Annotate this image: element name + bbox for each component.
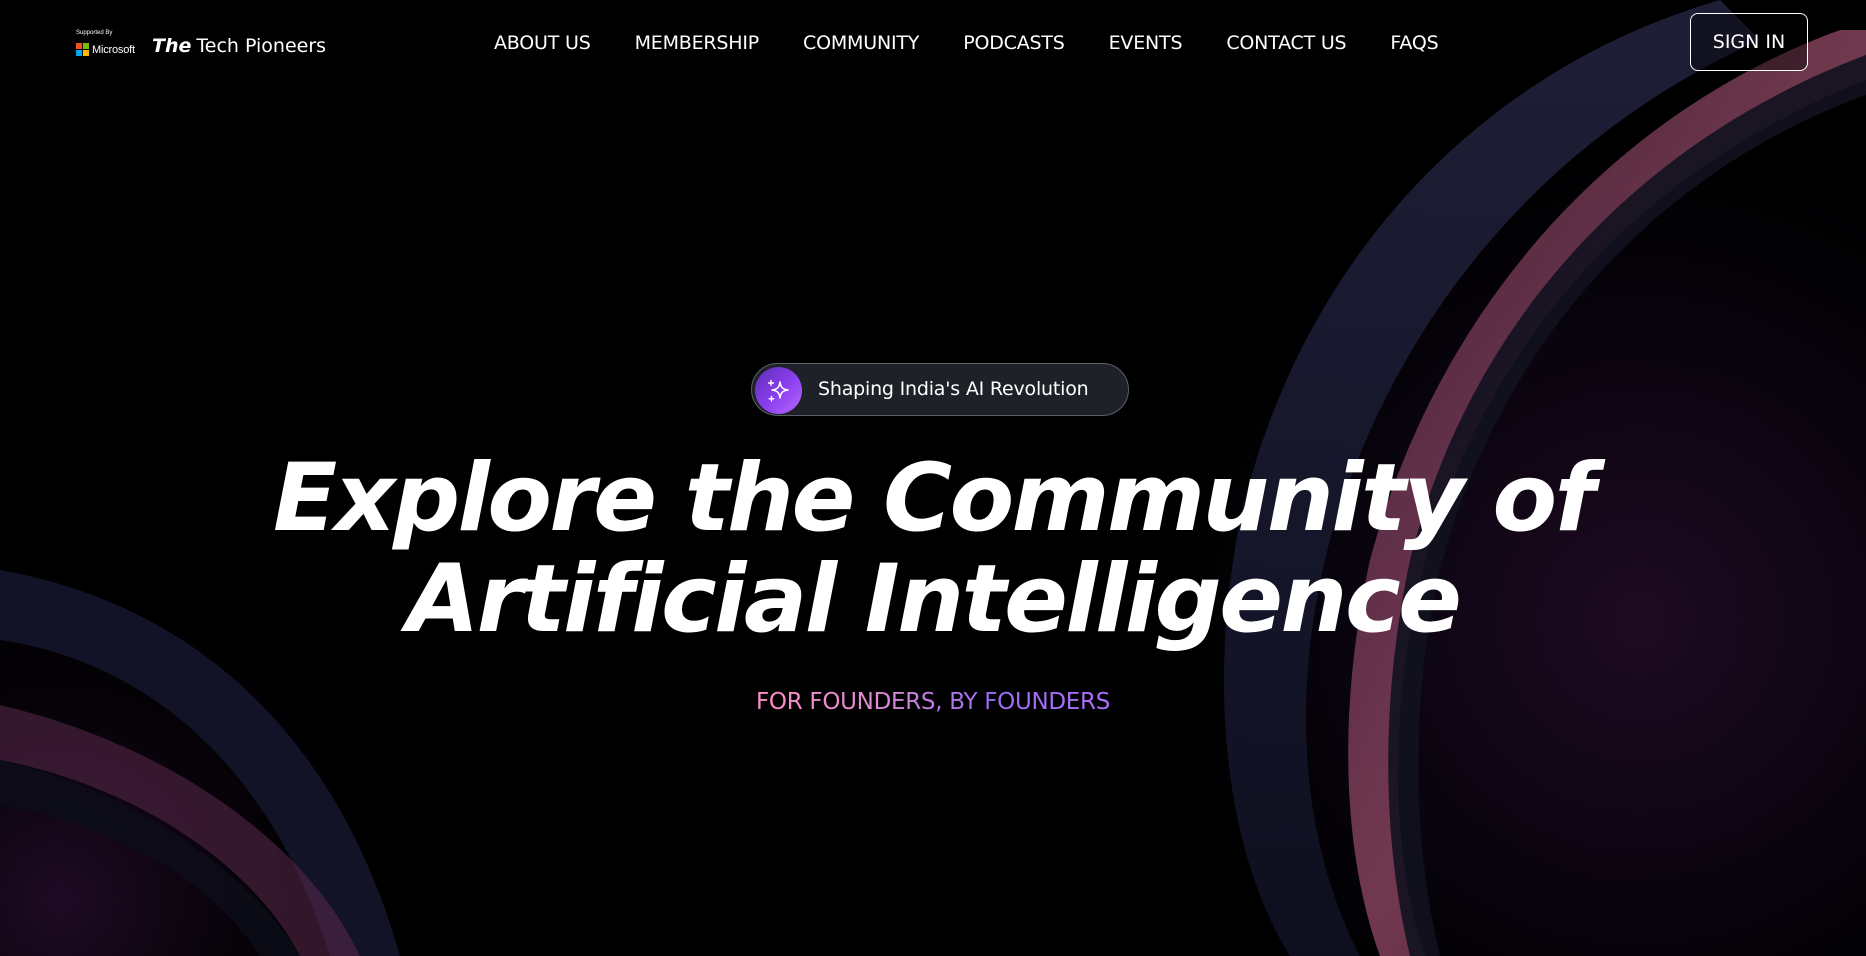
sparkles-icon — [755, 367, 802, 414]
brand-logo-link[interactable]: Supported By Microsoft The Tech Pioneers — [76, 30, 326, 58]
nav-faqs[interactable]: FAQS — [1390, 32, 1438, 54]
site-header: Supported By Microsoft The Tech Pioneers … — [0, 0, 1866, 90]
hero-section: Shaping India's AI Revolution Explore th… — [0, 0, 1866, 956]
hero-tagline-text: FOR FOUNDERS, BY FOUNDERS — [755, 689, 1111, 715]
hero-headline: Explore the Community of Artificial Inte… — [0, 448, 1866, 650]
microsoft-label: Microsoft — [92, 44, 135, 56]
main-nav: ABOUT US MEMBERSHIP COMMUNITY PODCASTS E… — [494, 32, 1439, 54]
nav-contact-us[interactable]: CONTACT US — [1226, 32, 1346, 54]
nav-membership[interactable]: MEMBERSHIP — [635, 32, 760, 54]
nav-events[interactable]: EVENTS — [1109, 32, 1183, 54]
nav-about-us[interactable]: ABOUT US — [494, 32, 591, 54]
sign-in-button[interactable]: SIGN IN — [1690, 13, 1808, 71]
hero-headline-line1: Explore the Community of — [272, 444, 1596, 553]
nav-podcasts[interactable]: PODCASTS — [963, 32, 1065, 54]
hero-badge-text: Shaping India's AI Revolution — [818, 378, 1089, 400]
hero-tagline: FOR FOUNDERS, BY FOUNDERS — [0, 687, 1866, 717]
brand-title: Tech Pioneers — [196, 35, 327, 57]
microsoft-logo-icon — [76, 43, 89, 56]
microsoft-support-badge: Supported By Microsoft — [76, 30, 142, 58]
hero-badge: Shaping India's AI Revolution — [751, 363, 1129, 416]
brand-name: The Tech Pioneers — [152, 35, 326, 57]
supported-by-label: Supported By — [76, 30, 113, 36]
brand-the: The — [152, 35, 192, 57]
hero-headline-line2: Artificial Intelligence — [406, 545, 1462, 654]
nav-community[interactable]: COMMUNITY — [803, 32, 919, 54]
